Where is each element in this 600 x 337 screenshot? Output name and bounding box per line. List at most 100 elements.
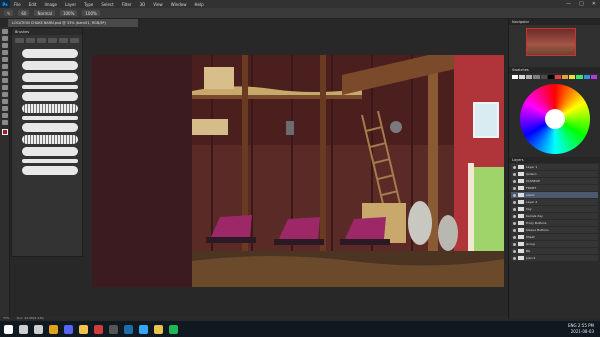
- eye-icon[interactable]: [513, 200, 516, 204]
- maximize-button[interactable]: □: [579, 1, 584, 7]
- flow-field[interactable]: 100%: [82, 10, 100, 16]
- eye-icon[interactable]: [513, 235, 516, 239]
- eye-icon[interactable]: [513, 249, 516, 253]
- brush-preset[interactable]: [70, 38, 79, 43]
- layer-row[interactable]: plan 2: [511, 255, 598, 261]
- menu-edit[interactable]: Edit: [25, 2, 41, 7]
- swatch[interactable]: [540, 75, 547, 79]
- eye-icon[interactable]: [513, 207, 516, 211]
- eye-icon[interactable]: [513, 242, 516, 246]
- eye-icon[interactable]: [513, 165, 516, 169]
- brush-preset[interactable]: [59, 38, 68, 43]
- layer-row[interactable]: Sleeve Buttons: [511, 227, 598, 233]
- swatch[interactable]: [562, 75, 569, 79]
- brush-stroke-preview[interactable]: [22, 73, 78, 82]
- layer-row[interactable]: BG: [511, 248, 598, 254]
- swatch[interactable]: [533, 75, 540, 79]
- clock-time[interactable]: 2:55 PM: [578, 323, 594, 328]
- menu-window[interactable]: Window: [167, 2, 191, 7]
- eye-icon[interactable]: [513, 228, 516, 232]
- eye-icon[interactable]: [513, 193, 516, 197]
- swatch[interactable]: [590, 75, 597, 79]
- layer-row[interactable]: FRONT: [511, 185, 598, 191]
- menu-image[interactable]: Image: [40, 2, 61, 7]
- brush-tool-icon[interactable]: ✎: [4, 10, 14, 16]
- chrome-icon[interactable]: [49, 324, 58, 334]
- menu-help[interactable]: Help: [190, 2, 207, 7]
- swatch[interactable]: [583, 75, 590, 79]
- media-icon[interactable]: [94, 324, 103, 334]
- steam-icon[interactable]: [124, 324, 133, 334]
- type-tool-icon[interactable]: [1, 99, 8, 104]
- eye-icon[interactable]: [513, 172, 516, 176]
- smudge-tool-icon[interactable]: [1, 85, 8, 90]
- menu-layer[interactable]: Layer: [61, 2, 80, 7]
- menu-view[interactable]: View: [149, 2, 167, 7]
- zoom-level[interactable]: 33%: [3, 316, 10, 320]
- brush-preset[interactable]: [26, 38, 35, 43]
- brush-stroke-preview[interactable]: [22, 61, 78, 70]
- swatch[interactable]: [519, 75, 526, 79]
- brush-stroke-preview[interactable]: [22, 135, 78, 144]
- zoom-tool-icon[interactable]: [1, 113, 8, 118]
- brush-stroke-preview[interactable]: [22, 116, 78, 120]
- layer-row[interactable]: lantern: [511, 171, 598, 177]
- swatch[interactable]: [554, 75, 562, 79]
- menu-select[interactable]: Select: [97, 2, 117, 7]
- layer-row[interactable]: Layer 2: [511, 199, 598, 205]
- brush-preset[interactable]: [37, 38, 46, 43]
- eraser-tool-icon[interactable]: [1, 71, 8, 76]
- navigator-thumbnail[interactable]: [526, 28, 576, 56]
- foreground-color-swatch[interactable]: [1, 129, 8, 135]
- layer-row[interactable]: Group: [511, 241, 598, 247]
- start-icon[interactable]: [4, 324, 13, 334]
- language-indicator[interactable]: ENG: [568, 323, 577, 328]
- clip-icon[interactable]: [154, 324, 163, 334]
- color-wheel[interactable]: [519, 84, 590, 154]
- swatch[interactable]: [569, 75, 576, 79]
- document-tab[interactable]: LOCATION CHAKE BARN.psd @ 33% (barn01, R…: [8, 19, 138, 27]
- swatch[interactable]: [547, 75, 554, 79]
- layer-row[interactable]: Frozy Buttons: [511, 220, 598, 226]
- layer-row[interactable]: Layer 1: [511, 164, 598, 170]
- eye-icon[interactable]: [513, 214, 516, 218]
- obs-icon[interactable]: [109, 324, 118, 334]
- close-button[interactable]: ✕: [592, 1, 596, 7]
- layer-row[interactable]: Sheet: [511, 234, 598, 240]
- brush-stroke-preview[interactable]: [22, 159, 78, 163]
- taskview-icon[interactable]: [34, 324, 43, 334]
- eye-icon[interactable]: [513, 221, 516, 225]
- brush-tool-icon[interactable]: [1, 64, 8, 69]
- pen-tool-icon[interactable]: [1, 92, 8, 97]
- eye-icon[interactable]: [513, 256, 516, 260]
- layer-row[interactable]: CLOSEUP: [511, 178, 598, 184]
- brush-size-field[interactable]: 60: [18, 10, 30, 16]
- layer-row[interactable]: barrels day: [511, 213, 598, 219]
- barn-artwork[interactable]: [192, 55, 504, 287]
- brush-stroke-preview[interactable]: [22, 166, 78, 175]
- search-icon[interactable]: [19, 324, 28, 334]
- layer-row-selected[interactable]: stand: [511, 192, 598, 198]
- brush-stroke-preview[interactable]: [22, 85, 78, 89]
- menu-filter[interactable]: Filter: [118, 2, 136, 7]
- swatch[interactable]: [512, 75, 519, 79]
- layer-row[interactable]: hay: [511, 206, 598, 212]
- menu-file[interactable]: File: [10, 2, 25, 7]
- menu-type[interactable]: Type: [80, 2, 97, 7]
- brush-stroke-preview[interactable]: [22, 49, 78, 58]
- brush-stroke-preview[interactable]: [22, 123, 78, 132]
- marquee-tool-icon[interactable]: [1, 36, 8, 41]
- menu-3d[interactable]: 3D: [136, 2, 150, 7]
- move-tool-icon[interactable]: [1, 29, 8, 34]
- clock-date[interactable]: 2021-08-03: [568, 329, 594, 335]
- eye-icon[interactable]: [513, 186, 516, 190]
- photoshop-icon[interactable]: [139, 324, 148, 334]
- spotify-icon[interactable]: [169, 324, 178, 334]
- opacity-field[interactable]: 100%: [59, 10, 78, 16]
- hand-tool-icon[interactable]: [1, 106, 8, 111]
- eye-icon[interactable]: [513, 179, 516, 183]
- lasso-tool-icon[interactable]: [1, 43, 8, 48]
- crop-tool-icon[interactable]: [1, 50, 8, 55]
- brush-stroke-preview[interactable]: [22, 147, 78, 156]
- brush-stroke-preview[interactable]: [22, 104, 78, 113]
